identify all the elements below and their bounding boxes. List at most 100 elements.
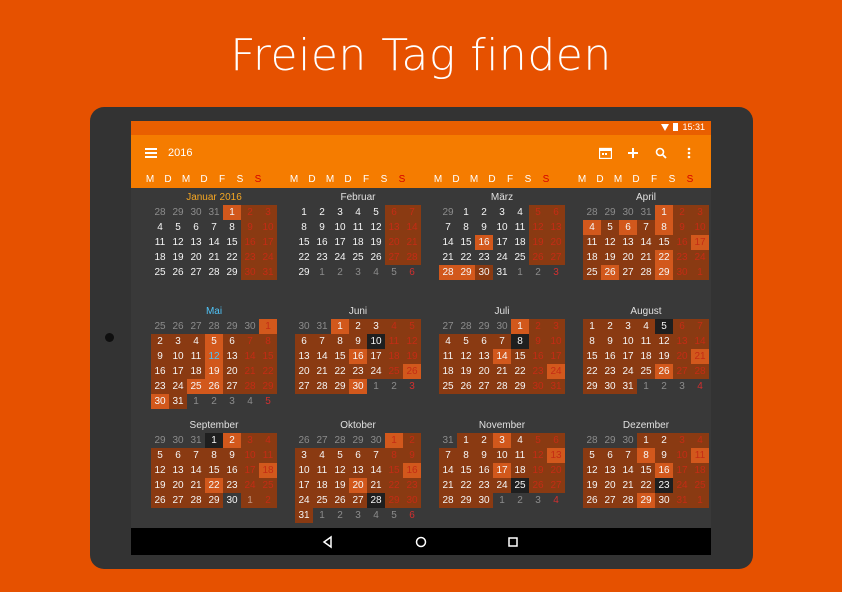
day-cell[interactable]: 21 [637, 250, 655, 265]
day-cell[interactable]: 12 [367, 220, 385, 235]
day-cell[interactable]: 12 [655, 334, 673, 349]
day-cell[interactable]: 11 [583, 235, 601, 250]
day-cell[interactable]: 26 [601, 265, 619, 280]
day-cell[interactable]: 6 [619, 220, 637, 235]
day-cell[interactable]: 27 [475, 379, 493, 394]
day-cell[interactable]: 30 [367, 433, 385, 448]
day-cell[interactable]: 31 [187, 433, 205, 448]
day-cell[interactable]: 24 [259, 250, 277, 265]
day-cell[interactable]: 13 [547, 220, 565, 235]
day-cell[interactable]: 15 [223, 235, 241, 250]
day-cell[interactable]: 22 [331, 364, 349, 379]
day-cell[interactable]: 10 [547, 334, 565, 349]
day-cell[interactable]: 6 [385, 205, 403, 220]
day-cell[interactable]: 30 [241, 265, 259, 280]
day-cell[interactable]: 9 [529, 334, 547, 349]
day-cell[interactable]: 8 [295, 220, 313, 235]
day-cell[interactable]: 10 [691, 220, 709, 235]
day-cell[interactable]: 14 [439, 463, 457, 478]
day-cell[interactable]: 8 [385, 448, 403, 463]
day-cell[interactable]: 29 [601, 205, 619, 220]
day-cell[interactable]: 30 [169, 433, 187, 448]
day-cell[interactable]: 28 [403, 250, 421, 265]
day-cell[interactable]: 3 [547, 319, 565, 334]
day-cell[interactable]: 15 [655, 235, 673, 250]
day-cell[interactable]: 14 [187, 463, 205, 478]
day-cell[interactable]: 14 [493, 349, 511, 364]
day-cell[interactable]: 11 [313, 463, 331, 478]
more-vert-icon[interactable] [679, 143, 699, 163]
day-cell[interactable]: 4 [313, 448, 331, 463]
day-cell[interactable]: 17 [493, 235, 511, 250]
day-cell[interactable]: 6 [223, 334, 241, 349]
day-cell[interactable]: 2 [475, 433, 493, 448]
day-cell[interactable]: 22 [637, 478, 655, 493]
day-cell[interactable]: 19 [403, 349, 421, 364]
day-cell[interactable]: 30 [475, 493, 493, 508]
day-cell[interactable]: 23 [529, 364, 547, 379]
day-cell[interactable]: 23 [151, 379, 169, 394]
day-cell[interactable]: 8 [205, 448, 223, 463]
day-cell[interactable]: 18 [313, 478, 331, 493]
day-cell[interactable]: 19 [583, 478, 601, 493]
day-cell[interactable]: 28 [205, 265, 223, 280]
day-cell[interactable]: 24 [619, 364, 637, 379]
day-cell[interactable]: 22 [259, 364, 277, 379]
day-cell[interactable]: 3 [691, 205, 709, 220]
day-cell[interactable]: 20 [295, 364, 313, 379]
day-cell[interactable]: 3 [349, 265, 367, 280]
day-cell[interactable]: 29 [169, 205, 187, 220]
day-cell[interactable]: 27 [295, 379, 313, 394]
day-cell[interactable]: 22 [655, 250, 673, 265]
day-cell[interactable]: 11 [187, 349, 205, 364]
day-cell[interactable]: 16 [475, 463, 493, 478]
day-cell[interactable]: 3 [241, 433, 259, 448]
day-cell[interactable]: 27 [619, 265, 637, 280]
day-cell[interactable]: 24 [241, 478, 259, 493]
day-cell[interactable]: 15 [295, 235, 313, 250]
day-cell[interactable]: 28 [439, 265, 457, 280]
day-cell[interactable]: 18 [151, 250, 169, 265]
day-cell[interactable]: 20 [385, 235, 403, 250]
day-cell[interactable]: 16 [349, 349, 367, 364]
day-cell[interactable]: 3 [331, 205, 349, 220]
day-cell[interactable]: 2 [673, 205, 691, 220]
day-cell[interactable]: 11 [385, 334, 403, 349]
day-cell[interactable]: 22 [223, 250, 241, 265]
day-cell[interactable]: 28 [439, 493, 457, 508]
day-cell[interactable]: 31 [313, 319, 331, 334]
day-cell[interactable]: 24 [493, 250, 511, 265]
day-cell[interactable]: 25 [385, 364, 403, 379]
day-cell[interactable]: 2 [313, 205, 331, 220]
day-cell[interactable]: 16 [655, 463, 673, 478]
day-cell[interactable]: 10 [295, 463, 313, 478]
day-cell[interactable]: 5 [385, 265, 403, 280]
day-cell[interactable]: 19 [601, 250, 619, 265]
day-cell[interactable]: 28 [583, 205, 601, 220]
nav-recents-icon[interactable] [505, 534, 521, 550]
day-cell[interactable]: 25 [259, 478, 277, 493]
day-cell[interactable]: 6 [349, 448, 367, 463]
day-cell[interactable]: 4 [259, 433, 277, 448]
nav-home-icon[interactable] [413, 534, 429, 550]
day-cell[interactable]: 25 [313, 493, 331, 508]
day-cell[interactable]: 7 [439, 448, 457, 463]
day-cell[interactable]: 16 [529, 349, 547, 364]
day-cell[interactable]: 1 [223, 205, 241, 220]
day-cell[interactable]: 13 [673, 334, 691, 349]
day-cell[interactable]: 11 [259, 448, 277, 463]
day-cell[interactable]: 2 [403, 433, 421, 448]
day-cell[interactable]: 20 [673, 349, 691, 364]
day-cell[interactable]: 20 [475, 364, 493, 379]
day-cell[interactable]: 23 [241, 250, 259, 265]
day-cell[interactable]: 30 [403, 493, 421, 508]
day-cell[interactable]: 2 [655, 433, 673, 448]
day-cell[interactable]: 27 [673, 364, 691, 379]
day-cell[interactable]: 26 [583, 493, 601, 508]
day-cell[interactable]: 17 [619, 349, 637, 364]
day-cell[interactable]: 7 [691, 319, 709, 334]
day-cell[interactable]: 3 [673, 433, 691, 448]
day-cell[interactable]: 6 [547, 205, 565, 220]
day-cell[interactable]: 12 [583, 463, 601, 478]
day-cell[interactable]: 5 [583, 448, 601, 463]
